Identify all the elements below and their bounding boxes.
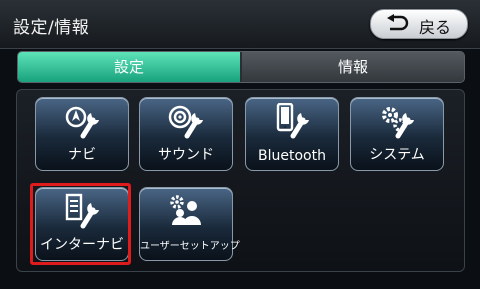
tab-bar: 設定 情報 — [17, 51, 465, 83]
phone-wrench-icon — [276, 103, 309, 139]
tile-bluetooth[interactable]: Bluetooth — [245, 97, 339, 171]
gears-icon — [382, 107, 414, 139]
tile-system[interactable]: システム — [350, 97, 444, 171]
tile-label: Bluetooth — [258, 148, 326, 164]
tile-label: システム — [369, 147, 425, 163]
page-title: 設定/情報 — [13, 18, 90, 38]
tile-sound[interactable]: サウンド — [139, 97, 233, 171]
selection-highlight — [30, 183, 131, 265]
users-gear-icon — [170, 195, 201, 225]
back-button[interactable]: 戻る — [370, 9, 468, 39]
navi-wrench-icon — [65, 106, 99, 139]
tile-label: サウンド — [158, 147, 214, 163]
header-bar: 設定/情報 戻る — [0, 0, 480, 49]
tile-label: ナビ — [68, 147, 96, 163]
tab-settings[interactable]: 設定 — [18, 52, 240, 82]
back-arrow-icon — [387, 14, 409, 31]
tile-navi[interactable]: ナビ — [35, 97, 129, 171]
tab-info[interactable]: 情報 — [242, 52, 464, 82]
back-button-label: 戻る — [419, 18, 452, 37]
tile-label: ユーザーセットアップ — [140, 241, 240, 252]
speaker-wrench-icon — [168, 105, 203, 139]
tile-user-setup[interactable]: ユーザーセットアップ — [139, 187, 240, 261]
